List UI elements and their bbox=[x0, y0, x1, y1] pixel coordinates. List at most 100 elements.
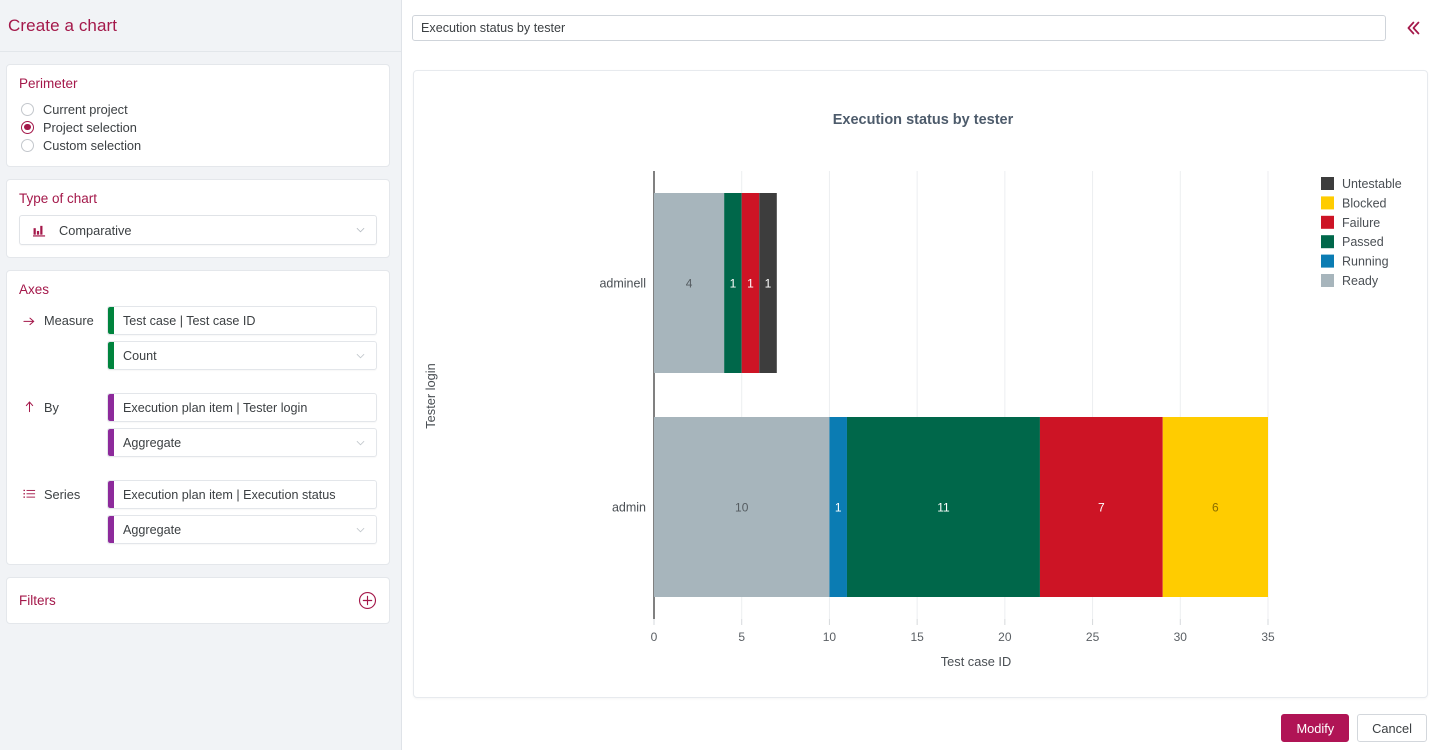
spacer bbox=[19, 376, 377, 390]
y-axis-tick-label: adminell bbox=[599, 277, 646, 291]
bar-segment-label: 7 bbox=[1098, 501, 1105, 515]
bar-group: 1011176admin bbox=[612, 417, 1268, 597]
x-axis-tick-label: 10 bbox=[823, 630, 837, 644]
bar-segment-label: 1 bbox=[835, 501, 842, 515]
radio-label-project-selection: Project selection bbox=[43, 120, 137, 135]
x-axis-tick-label: 20 bbox=[998, 630, 1012, 644]
bar-group: 4111adminell bbox=[599, 193, 776, 373]
bar-chart-icon bbox=[33, 224, 46, 237]
chevron-down-icon bbox=[356, 525, 365, 534]
by-aggregate-select[interactable]: Aggregate bbox=[107, 428, 377, 457]
chart-toolbar bbox=[402, 0, 1439, 56]
radio-custom-selection[interactable]: Custom selection bbox=[19, 136, 377, 154]
axis-fields-series: Execution plan item | Execution status A… bbox=[107, 480, 377, 550]
bar-segment-label: 6 bbox=[1212, 501, 1219, 515]
bar-segment-label: 10 bbox=[735, 501, 749, 515]
measure-aggregate-value: Count bbox=[114, 349, 157, 363]
legend-swatch[interactable] bbox=[1321, 177, 1334, 190]
chart-name-input[interactable] bbox=[412, 15, 1386, 41]
chevron-down-icon bbox=[356, 438, 365, 447]
chart-type-select[interactable]: Comparative bbox=[19, 215, 377, 245]
radio-label-current-project: Current project bbox=[43, 102, 128, 117]
axis-row-measure: Measure Test case | Test case ID Count bbox=[19, 306, 377, 376]
radio-indicator-custom-selection[interactable] bbox=[21, 139, 34, 152]
chart-type-value: Comparative bbox=[59, 223, 132, 238]
chevron-down-icon bbox=[356, 351, 365, 360]
axis-row-series: Series Execution plan item | Execution s… bbox=[19, 480, 377, 550]
radio-indicator-project-selection[interactable] bbox=[21, 121, 34, 134]
chart-config-sidebar: Create a chart Perimeter Current project… bbox=[0, 0, 402, 750]
x-axis-tick-label: 5 bbox=[738, 630, 745, 644]
bar-segment-label: 4 bbox=[686, 277, 693, 291]
radio-project-selection[interactable]: Project selection bbox=[19, 118, 377, 136]
perimeter-title: Perimeter bbox=[19, 76, 377, 91]
axis-fields-by: Execution plan item | Tester login Aggre… bbox=[107, 393, 377, 463]
measure-field[interactable]: Test case | Test case ID bbox=[107, 306, 377, 335]
legend-swatch[interactable] bbox=[1321, 235, 1334, 248]
axis-row-by: By Execution plan item | Tester login Ag… bbox=[19, 393, 377, 463]
type-of-chart-card: Type of chart Comparative bbox=[6, 179, 390, 258]
x-axis-tick-label: 35 bbox=[1261, 630, 1275, 644]
chart-preview-area: Execution status by tester4111adminell10… bbox=[402, 0, 1439, 750]
filters-card: Filters bbox=[6, 577, 390, 624]
axis-label-series-group: Series bbox=[19, 480, 107, 550]
by-field[interactable]: Execution plan item | Tester login bbox=[107, 393, 377, 422]
legend-swatch[interactable] bbox=[1321, 274, 1334, 287]
axes-card: Axes Measure Test case | Test case ID bbox=[6, 270, 390, 565]
x-axis-tick-label: 0 bbox=[651, 630, 658, 644]
cancel-button[interactable]: Cancel bbox=[1357, 714, 1427, 742]
chart-title: Execution status by tester bbox=[833, 112, 1014, 128]
create-chart-page: Create a chart Perimeter Current project… bbox=[0, 0, 1439, 750]
series-aggregate-select[interactable]: Aggregate bbox=[107, 515, 377, 544]
chevrons-left-icon[interactable] bbox=[1395, 10, 1431, 46]
bar-segment-label: 1 bbox=[765, 277, 772, 291]
radio-label-custom-selection: Custom selection bbox=[43, 138, 141, 153]
axis-label-measure: Measure bbox=[44, 313, 94, 328]
legend-swatch[interactable] bbox=[1321, 255, 1334, 268]
bar-segment-label: 11 bbox=[937, 501, 950, 515]
sidebar-header: Create a chart bbox=[0, 0, 401, 52]
x-axis-tick-label: 30 bbox=[1174, 630, 1188, 644]
y-axis-title: Tester login bbox=[423, 363, 438, 428]
axis-label-by-group: By bbox=[19, 393, 107, 463]
page-title: Create a chart bbox=[8, 16, 117, 36]
legend-label[interactable]: Running bbox=[1342, 255, 1389, 269]
plus-circle-icon[interactable] bbox=[358, 591, 377, 610]
chart-panel: Execution status by tester4111adminell10… bbox=[413, 70, 1428, 698]
radio-indicator-current-project[interactable] bbox=[21, 103, 34, 116]
legend-label[interactable]: Failure bbox=[1342, 216, 1380, 230]
x-axis-title: Test case ID bbox=[941, 654, 1011, 669]
radio-current-project[interactable]: Current project bbox=[19, 100, 377, 118]
legend-label[interactable]: Passed bbox=[1342, 235, 1384, 249]
axis-label-measure-group: Measure bbox=[19, 306, 107, 376]
legend-swatch[interactable] bbox=[1321, 216, 1334, 229]
by-aggregate-value: Aggregate bbox=[114, 436, 181, 450]
series-field-value: Execution plan item | Execution status bbox=[114, 488, 336, 502]
arrow-right-icon bbox=[19, 313, 39, 326]
list-icon bbox=[19, 487, 39, 500]
filters-title: Filters bbox=[19, 593, 56, 608]
axes-title: Axes bbox=[19, 282, 377, 297]
legend-label[interactable]: Untestable bbox=[1342, 177, 1402, 191]
by-field-value: Execution plan item | Tester login bbox=[114, 401, 307, 415]
x-axis-tick-label: 25 bbox=[1086, 630, 1100, 644]
axis-label-by: By bbox=[44, 400, 59, 415]
legend-swatch[interactable] bbox=[1321, 196, 1334, 209]
series-field[interactable]: Execution plan item | Execution status bbox=[107, 480, 377, 509]
x-axis-tick-label: 15 bbox=[910, 630, 924, 644]
legend-label[interactable]: Blocked bbox=[1342, 196, 1387, 210]
series-aggregate-value: Aggregate bbox=[114, 523, 181, 537]
stacked-bar-chart: Execution status by tester4111adminell10… bbox=[414, 71, 1427, 697]
type-of-chart-title: Type of chart bbox=[19, 191, 377, 206]
bar-segment-label: 1 bbox=[730, 277, 737, 291]
axis-fields-measure: Test case | Test case ID Count bbox=[107, 306, 377, 376]
measure-field-value: Test case | Test case ID bbox=[114, 314, 256, 328]
arrow-up-icon bbox=[19, 400, 39, 413]
perimeter-card: Perimeter Current project Project select… bbox=[6, 64, 390, 167]
axis-label-series: Series bbox=[44, 487, 80, 502]
measure-aggregate-select[interactable]: Count bbox=[107, 341, 377, 370]
y-axis-tick-label: admin bbox=[612, 501, 646, 515]
legend-label[interactable]: Ready bbox=[1342, 274, 1379, 288]
bar-segment-label: 1 bbox=[747, 277, 754, 291]
modify-button[interactable]: Modify bbox=[1281, 714, 1349, 742]
